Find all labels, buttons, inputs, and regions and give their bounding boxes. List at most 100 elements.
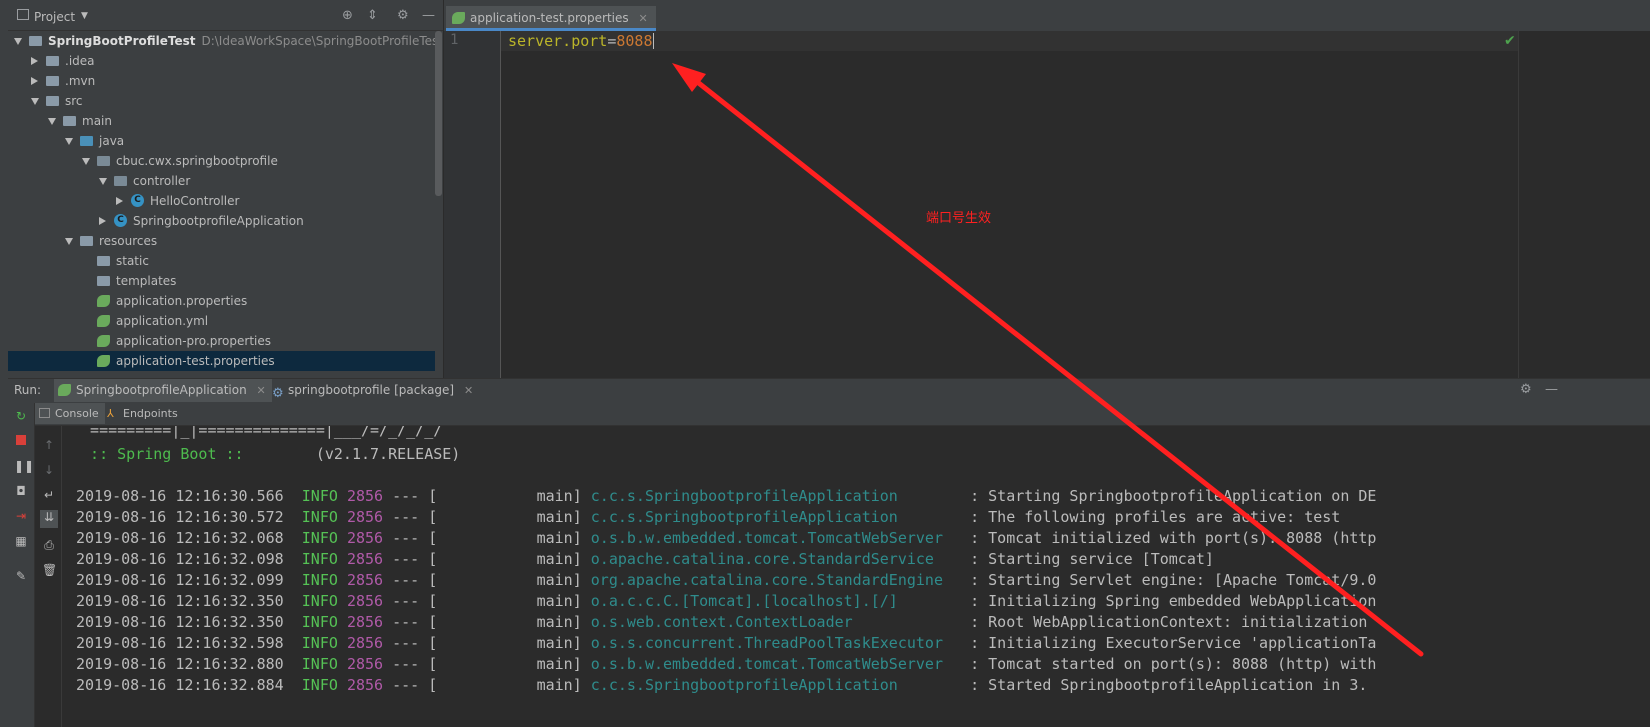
- gear-icon[interactable]: ⚙: [1520, 382, 1532, 397]
- exit-icon[interactable]: ⇥: [14, 509, 28, 523]
- tree-item-label: static: [116, 254, 149, 268]
- tree-item[interactable]: main: [8, 111, 435, 131]
- tree-item[interactable]: controller: [8, 171, 435, 191]
- run-tab-springbootprofile-package[interactable]: ⚙ springbootprofile [package] ✕: [266, 379, 479, 402]
- console-output[interactable]: =========|_|==============|___/=/_/_/_/ …: [62, 426, 1650, 727]
- expanded-arrow-icon[interactable]: [82, 158, 90, 165]
- log-pid: 2856: [346, 550, 384, 568]
- collapsed-arrow-icon[interactable]: [99, 217, 106, 225]
- print-icon[interactable]: ⎙: [42, 538, 56, 552]
- scroll-to-end-icon[interactable]: ⇊: [40, 510, 58, 528]
- collapsed-arrow-icon[interactable]: [116, 197, 123, 205]
- project-panel: Project ▼ ⊕ ⇕ ⚙ — SpringBootProfileTest D…: [8, 0, 443, 378]
- tree-item-path: D:\IdeaWorkSpace\SpringBootProfileTest: [201, 34, 435, 48]
- tree-item[interactable]: C HelloController: [8, 191, 435, 211]
- pin-icon[interactable]: ✎: [14, 569, 28, 583]
- tree-item[interactable]: application-test.properties: [8, 351, 435, 371]
- tree-item[interactable]: cbuc.cwx.springbootprofile: [8, 151, 435, 171]
- close-icon[interactable]: ✕: [638, 12, 647, 25]
- log-message: : Tomcat initialized with port(s): 8088 …: [952, 529, 1377, 547]
- tree-item[interactable]: application-pro.properties: [8, 331, 435, 351]
- log-space: [338, 592, 347, 610]
- expanded-arrow-icon[interactable]: [65, 138, 73, 145]
- endpoints-icon: ⅄: [107, 407, 114, 420]
- run-tab-springbootprofileapplication[interactable]: SpringbootprofileApplication ✕: [54, 379, 272, 402]
- collapse-all-icon[interactable]: ⇕: [367, 9, 378, 22]
- tree-item[interactable]: C SpringbootprofileApplication: [8, 211, 435, 231]
- folder-icon: [80, 136, 93, 146]
- log-timestamp: 2019-08-16 12:16:32.099: [76, 571, 302, 589]
- expanded-arrow-icon[interactable]: [31, 98, 39, 105]
- console-log-line: 2019-08-16 12:16:30.566 INFO 2856 --- [ …: [76, 486, 1376, 507]
- log-message: : Root WebApplicationContext: initializa…: [952, 613, 1368, 631]
- hide-panel-icon[interactable]: —: [422, 9, 435, 22]
- console-log-line: 2019-08-16 12:16:32.884 INFO 2856 --- [ …: [76, 675, 1367, 696]
- hide-panel-icon[interactable]: —: [1545, 382, 1558, 397]
- code-line[interactable]: server.port=8088: [508, 31, 654, 51]
- log-pid: 2856: [346, 529, 384, 547]
- locate-icon[interactable]: ⊕: [342, 9, 353, 22]
- right-margin-guide: [1518, 31, 1519, 378]
- tree-item[interactable]: .idea: [8, 51, 435, 71]
- tab-console-label: Console: [55, 407, 99, 420]
- tab-endpoints[interactable]: ⅄ Endpoints: [103, 403, 184, 424]
- log-message: : Initializing Spring embedded WebApplic…: [952, 592, 1377, 610]
- log-logger: org.apache.catalina.core.StandardEngine: [590, 571, 953, 589]
- module-icon: [29, 36, 42, 46]
- stop-icon[interactable]: [14, 434, 28, 448]
- expanded-arrow-icon[interactable]: [99, 178, 107, 185]
- spring-boot-label: :: Spring Boot ::: [72, 445, 244, 463]
- annotation-text: 端口号生效: [926, 211, 992, 226]
- log-message: : Starting service [Tomcat]: [952, 550, 1214, 568]
- folder-icon: [80, 236, 93, 246]
- log-thread: --- [ main]: [383, 550, 591, 568]
- console-log-line: 2019-08-16 12:16:32.880 INFO 2856 --- [ …: [76, 654, 1376, 675]
- project-panel-header: Project ▼ ⊕ ⇕ ⚙ —: [8, 0, 443, 31]
- close-icon[interactable]: ✕: [464, 384, 473, 397]
- log-space: [338, 655, 347, 673]
- pause-icon[interactable]: ❚❚: [14, 459, 34, 473]
- tree-item-label: .idea: [65, 54, 95, 68]
- log-level: INFO: [301, 508, 338, 526]
- soft-wrap-icon[interactable]: ↵: [42, 488, 56, 502]
- log-pid: 2856: [346, 571, 384, 589]
- expanded-arrow-icon[interactable]: [65, 238, 73, 245]
- tree-item[interactable]: java: [8, 131, 435, 151]
- log-logger: c.c.s.SpringbootprofileApplication: [590, 508, 953, 526]
- tree-item-label: HelloController: [150, 194, 240, 208]
- expanded-arrow-icon[interactable]: [48, 118, 56, 125]
- checkmark-icon: ✔: [1504, 33, 1516, 49]
- spring-leaf-icon: [97, 335, 110, 347]
- project-panel-title[interactable]: Project: [34, 10, 75, 24]
- arrow-up-icon[interactable]: ↑: [42, 438, 56, 452]
- collapsed-arrow-icon[interactable]: [31, 57, 38, 65]
- camera-icon[interactable]: ◘: [14, 484, 28, 498]
- close-icon[interactable]: ✕: [257, 384, 266, 397]
- tree-item[interactable]: src: [8, 91, 435, 111]
- chevron-down-icon[interactable]: ▼: [81, 11, 88, 21]
- trash-icon[interactable]: 🗑: [42, 563, 57, 577]
- log-space: [338, 487, 347, 505]
- tree-item[interactable]: application.properties: [8, 291, 435, 311]
- collapsed-arrow-icon[interactable]: [31, 77, 38, 85]
- layout-icon[interactable]: ▦: [14, 534, 28, 548]
- editor-text-area[interactable]: [501, 31, 1650, 378]
- rerun-icon[interactable]: ↻: [14, 409, 28, 423]
- tree-item[interactable]: SpringBootProfileTest D:\IdeaWorkSpace\Sp…: [8, 31, 435, 51]
- expanded-arrow-icon[interactable]: [14, 38, 22, 45]
- tab-console[interactable]: Console: [35, 403, 105, 424]
- arrow-down-icon[interactable]: ↓: [42, 463, 56, 477]
- folder-icon: [97, 256, 110, 266]
- tree-item[interactable]: resources: [8, 231, 435, 251]
- log-space: [338, 508, 347, 526]
- tree-item[interactable]: application.yml: [8, 311, 435, 331]
- log-logger: o.s.b.w.embedded.tomcat.TomcatWebServer: [590, 529, 953, 547]
- tree-item[interactable]: templates: [8, 271, 435, 291]
- log-thread: --- [ main]: [383, 487, 591, 505]
- editor-tab-application-test-properties[interactable]: application-test.properties ✕: [446, 6, 656, 31]
- tree-item[interactable]: .mvn: [8, 71, 435, 91]
- tree-item[interactable]: static: [8, 251, 435, 271]
- tree-scrollbar[interactable]: [435, 31, 442, 196]
- log-timestamp: 2019-08-16 12:16:30.572: [76, 508, 302, 526]
- gear-icon[interactable]: ⚙: [397, 9, 409, 22]
